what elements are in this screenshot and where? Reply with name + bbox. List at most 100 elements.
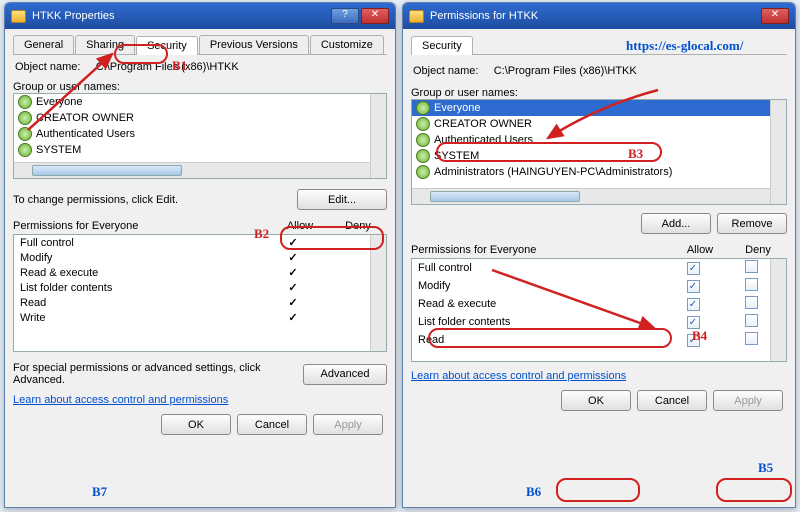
user-icon xyxy=(18,143,32,157)
tab-previous-versions[interactable]: Previous Versions xyxy=(199,35,309,54)
titlebar[interactable]: Permissions for HTKK ✕ xyxy=(403,3,795,29)
list-item: CREATOR OWNER xyxy=(412,116,786,132)
perm-name: Modify xyxy=(418,280,664,292)
close-button[interactable]: ✕ xyxy=(761,8,789,24)
edit-button[interactable]: Edit... xyxy=(297,189,387,210)
titlebar[interactable]: HTKK Properties ? ✕ xyxy=(5,3,395,29)
perm-name: Read xyxy=(418,334,664,346)
deny-checkbox[interactable] xyxy=(745,260,758,273)
add-button[interactable]: Add... xyxy=(641,213,711,234)
allow-checkbox[interactable]: ✓ xyxy=(687,280,700,293)
apply-button[interactable]: Apply xyxy=(313,414,383,435)
perm-name: Read xyxy=(20,297,264,309)
user-icon xyxy=(416,101,430,115)
help-button[interactable]: ? xyxy=(331,8,359,24)
tab-general[interactable]: General xyxy=(13,35,74,54)
perm-name: Full control xyxy=(418,262,664,274)
allow-mark: ✓ xyxy=(264,236,322,249)
scrollbar-horizontal[interactable] xyxy=(412,188,770,204)
deny-checkbox[interactable] xyxy=(745,314,758,327)
advanced-text: For special permissions or advanced sett… xyxy=(13,362,295,386)
ok-button[interactable]: OK xyxy=(161,414,231,435)
scrollbar-horizontal[interactable] xyxy=(14,162,370,178)
allow-checkbox[interactable]: ✓ xyxy=(687,316,700,329)
table-row: Full control✓ xyxy=(14,235,386,250)
list-item: SYSTEM xyxy=(14,142,386,158)
deny-checkbox[interactable] xyxy=(745,296,758,309)
perm-name: List folder contents xyxy=(20,282,264,294)
object-name-label: Object name: xyxy=(413,65,478,77)
perm-name: Modify xyxy=(20,252,264,264)
object-name-label: Object name: xyxy=(15,61,80,73)
object-name-value: C:\Program Files (x86)\HTKK xyxy=(96,61,239,73)
ok-button[interactable]: OK xyxy=(561,390,631,411)
users-listbox[interactable]: Everyone CREATOR OWNER Authenticated Use… xyxy=(13,93,387,179)
table-row: Read & execute ✓ xyxy=(412,295,786,313)
group-users-label: Group or user names: xyxy=(411,87,787,99)
group-users-label: Group or user names: xyxy=(13,81,387,93)
table-row: List folder contents✓ xyxy=(14,280,386,295)
permissions-header: Permissions for Everyone xyxy=(411,244,671,256)
table-row: List folder contents ✓ xyxy=(412,313,786,331)
tabstrip: Security xyxy=(411,35,787,55)
users-listbox[interactable]: Everyone CREATOR OWNER Authenticated Use… xyxy=(411,99,787,205)
table-row: Read & execute✓ xyxy=(14,265,386,280)
perm-name: List folder contents xyxy=(418,316,664,328)
learn-link[interactable]: Learn about access control and permissio… xyxy=(13,394,228,406)
table-row: Write✓ xyxy=(14,310,386,325)
permissions-window: Permissions for HTKK ✕ Security Object n… xyxy=(402,2,796,508)
scrollbar-vertical[interactable] xyxy=(770,259,786,361)
allow-mark: ✓ xyxy=(264,251,322,264)
remove-button[interactable]: Remove xyxy=(717,213,787,234)
col-deny: Deny xyxy=(729,244,787,256)
tab-customize[interactable]: Customize xyxy=(310,35,384,54)
allow-mark: ✓ xyxy=(264,266,322,279)
close-button[interactable]: ✕ xyxy=(361,8,389,24)
folder-icon xyxy=(409,10,424,23)
allow-checkbox[interactable]: ✓ xyxy=(687,262,700,275)
deny-checkbox[interactable] xyxy=(745,332,758,345)
change-permissions-text: To change permissions, click Edit. xyxy=(13,194,297,206)
object-name-value: C:\Program Files (x86)\HTKK xyxy=(494,65,637,77)
list-item: Authenticated Users xyxy=(412,132,786,148)
list-item: SYSTEM xyxy=(412,148,786,164)
list-item: Everyone xyxy=(412,100,786,116)
allow-checkbox[interactable]: ✓ xyxy=(687,298,700,311)
col-allow: Allow xyxy=(671,244,729,256)
scrollbar-vertical[interactable] xyxy=(370,94,386,178)
scrollbar-vertical[interactable] xyxy=(370,235,386,351)
table-row: Full control ✓ xyxy=(412,259,786,277)
tab-security[interactable]: Security xyxy=(411,36,473,55)
window-title: HTKK Properties xyxy=(32,10,329,22)
tabstrip: General Sharing Security Previous Versio… xyxy=(13,35,387,55)
user-icon xyxy=(18,111,32,125)
apply-button[interactable]: Apply xyxy=(713,390,783,411)
scrollbar-vertical[interactable] xyxy=(770,100,786,204)
perm-name: Write xyxy=(20,312,264,324)
col-deny: Deny xyxy=(329,220,387,232)
allow-checkbox[interactable]: ✓ xyxy=(687,334,700,347)
list-item: CREATOR OWNER xyxy=(14,110,386,126)
properties-window: HTKK Properties ? ✕ General Sharing Secu… xyxy=(4,2,396,508)
window-title: Permissions for HTKK xyxy=(430,10,759,22)
allow-mark: ✓ xyxy=(264,311,322,324)
list-item: Authenticated Users xyxy=(14,126,386,142)
list-item: Everyone xyxy=(14,94,386,110)
cancel-button[interactable]: Cancel xyxy=(237,414,307,435)
user-icon xyxy=(18,95,32,109)
tab-sharing[interactable]: Sharing xyxy=(75,35,135,54)
table-row: Modify ✓ xyxy=(412,277,786,295)
allow-mark: ✓ xyxy=(264,296,322,309)
cancel-button[interactable]: Cancel xyxy=(637,390,707,411)
list-item: Administrators (HAINGUYEN-PC\Administrat… xyxy=(412,164,786,180)
permissions-table: Full control✓Modify✓Read & execute✓List … xyxy=(13,234,387,352)
perm-name: Read & execute xyxy=(418,298,664,310)
deny-checkbox[interactable] xyxy=(745,278,758,291)
tab-security[interactable]: Security xyxy=(136,36,198,55)
advanced-button[interactable]: Advanced xyxy=(303,364,387,385)
table-row: Modify✓ xyxy=(14,250,386,265)
user-icon xyxy=(18,127,32,141)
user-icon xyxy=(416,117,430,131)
user-icon xyxy=(416,149,430,163)
learn-link[interactable]: Learn about access control and permissio… xyxy=(411,370,626,382)
